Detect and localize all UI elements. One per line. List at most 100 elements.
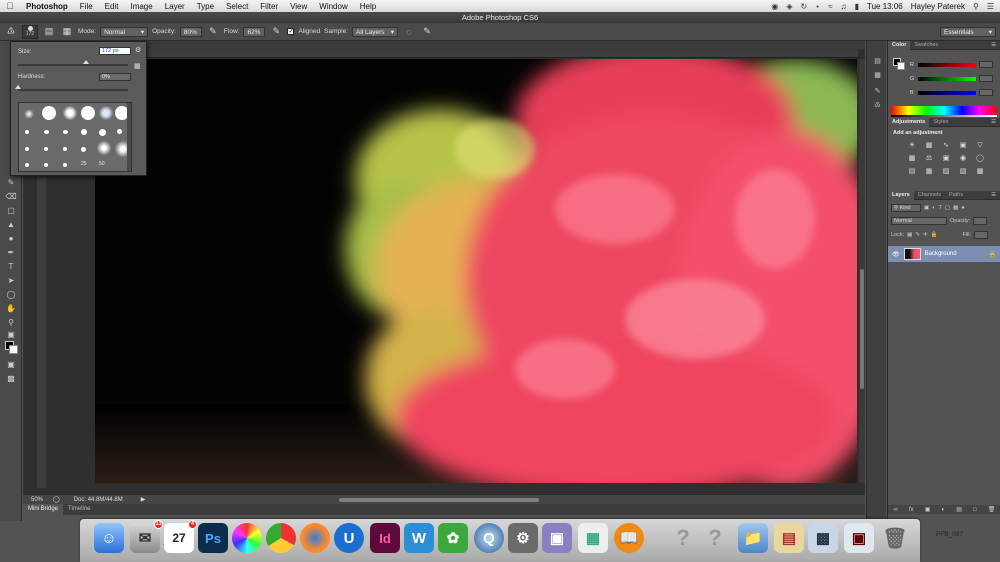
threshold-icon[interactable]: ▨ bbox=[940, 167, 952, 177]
tab-channels[interactable]: Channels bbox=[914, 191, 945, 200]
quicktime-icon[interactable]: Q bbox=[474, 523, 504, 553]
evernote-status-icon[interactable]: ◈ bbox=[786, 2, 792, 11]
status-info-icon[interactable]: ◯ bbox=[53, 496, 60, 503]
ellipse-tool-icon[interactable]: ◯ bbox=[5, 289, 17, 301]
wifi-icon[interactable]: ≈ bbox=[828, 2, 832, 11]
missing-app-question-icon[interactable]: ? bbox=[700, 523, 730, 553]
chrome-icon[interactable] bbox=[266, 523, 296, 553]
horizontal-scroll-thumb[interactable] bbox=[339, 498, 539, 502]
pressure-size-icon[interactable]: ✎ bbox=[420, 25, 434, 39]
menu-edit[interactable]: Edit bbox=[99, 2, 125, 11]
menu-select[interactable]: Select bbox=[220, 2, 254, 11]
red-value-field[interactable] bbox=[979, 61, 993, 68]
hand-tool-icon[interactable]: ✋ bbox=[5, 303, 17, 315]
color-wheel-icon[interactable] bbox=[232, 523, 262, 553]
zoom-readout[interactable]: 50% bbox=[23, 497, 53, 503]
new-layer-icon[interactable]: □ bbox=[973, 507, 977, 513]
brush-preset-soft-selected[interactable] bbox=[99, 106, 113, 120]
layer-style-icon[interactable]: fx bbox=[909, 507, 914, 513]
menu-view[interactable]: View bbox=[284, 2, 313, 11]
lock-position-icon[interactable]: ✛ bbox=[923, 232, 928, 238]
history-panel-icon[interactable]: ▤ bbox=[873, 57, 882, 66]
mode-select[interactable]: Normal ▾ bbox=[100, 26, 149, 37]
tab-color[interactable]: Color bbox=[888, 40, 911, 50]
tab-timeline[interactable]: Timeline bbox=[63, 504, 95, 515]
adjustment-filter-icon[interactable]: ◐ bbox=[932, 205, 935, 211]
new-group-icon[interactable]: ▤ bbox=[956, 506, 962, 513]
add-mask-icon[interactable]: ▣ bbox=[925, 506, 931, 513]
preset-list-scrollbar[interactable] bbox=[127, 103, 131, 171]
document-stack-icon[interactable]: ▤ bbox=[774, 523, 804, 553]
trash-icon[interactable]: 🗑 bbox=[880, 523, 910, 553]
properties-panel-icon[interactable]: ▦ bbox=[873, 71, 882, 80]
clone-stamp-tool-icon[interactable]: ♳ bbox=[4, 25, 18, 39]
apple-menu-icon[interactable]:  bbox=[0, 1, 20, 11]
brush-preset-row3-2[interactable] bbox=[44, 147, 48, 151]
tab-layers[interactable]: Layers bbox=[888, 190, 914, 200]
gear-icon[interactable]: ⚙ bbox=[135, 46, 141, 54]
brush-preset-row3-3[interactable] bbox=[63, 147, 67, 151]
zoom-tool-icon[interactable]: ⚲ bbox=[5, 317, 17, 329]
horizontal-ruler[interactable] bbox=[50, 49, 858, 58]
menu-help[interactable]: Help bbox=[354, 2, 382, 11]
vertical-scrollbar[interactable] bbox=[859, 59, 865, 483]
clone-source-panel-icon[interactable]: ▦ bbox=[60, 25, 74, 39]
curves-icon[interactable]: ∿ bbox=[940, 141, 952, 151]
pressure-opacity-icon[interactable]: ✎ bbox=[206, 25, 220, 39]
tab-paths[interactable]: Paths bbox=[945, 191, 967, 200]
adobe-status-icon[interactable]: ◉ bbox=[771, 2, 778, 11]
aligned-checkbox[interactable]: ✓ bbox=[287, 28, 295, 35]
vertical-scroll-thumb[interactable] bbox=[860, 269, 864, 389]
preview-icon[interactable]: ▦ bbox=[578, 523, 608, 553]
lock-image-icon[interactable]: ✎ bbox=[915, 232, 920, 238]
ibooks-icon[interactable]: 📖 bbox=[614, 523, 644, 553]
layer-name[interactable]: Background bbox=[925, 251, 957, 257]
opacity-field[interactable]: 80% bbox=[179, 26, 202, 37]
hardness-slider[interactable] bbox=[18, 89, 128, 91]
menu-filter[interactable]: Filter bbox=[254, 2, 284, 11]
brush-preset-row3-1[interactable] bbox=[25, 147, 29, 151]
workspace-select[interactable]: Essentials ▾ bbox=[940, 26, 996, 37]
indesign-icon[interactable]: Id bbox=[370, 523, 400, 553]
folder-icon[interactable]: 📁 bbox=[738, 523, 768, 553]
brush-preset-row3-5[interactable] bbox=[97, 141, 111, 155]
gradient-map-icon[interactable]: ▩ bbox=[974, 167, 986, 177]
bluetooth-icon[interactable]: ⋆ bbox=[815, 2, 820, 11]
screen-mode-icon[interactable]: ▩ bbox=[5, 373, 17, 385]
menu-type[interactable]: Type bbox=[191, 2, 220, 11]
selective-color-icon[interactable]: ▧ bbox=[957, 167, 969, 177]
system-preferences-icon[interactable]: ⚙ bbox=[508, 523, 538, 553]
brush-preset-row2-3[interactable] bbox=[63, 130, 68, 134]
delete-layer-icon[interactable]: 🗑 bbox=[988, 506, 996, 513]
brush-preset-hard-1[interactable] bbox=[42, 106, 56, 120]
gradient-tool-icon[interactable]: ▢ bbox=[5, 205, 17, 217]
blend-mode-select[interactable]: Normal bbox=[891, 216, 947, 225]
panel-menu-icon[interactable]: ☰ bbox=[991, 192, 1000, 198]
levels-icon[interactable]: ▩ bbox=[923, 141, 935, 151]
brush-panel-toggle-icon[interactable]: ▤ bbox=[42, 25, 56, 39]
black-white-icon[interactable]: ▣ bbox=[940, 154, 952, 164]
shape-filter-icon[interactable]: ▢ bbox=[945, 205, 950, 211]
flow-app-icon[interactable]: ✿ bbox=[438, 523, 468, 553]
brush-preset-row2-2[interactable] bbox=[44, 130, 49, 134]
menu-image[interactable]: Image bbox=[124, 2, 158, 11]
smart-filter-icon[interactable]: ▩ bbox=[953, 205, 958, 211]
downloads-stack-icon[interactable]: ▣ bbox=[844, 523, 874, 553]
eraser-tool-icon[interactable]: ⌫ bbox=[5, 191, 17, 203]
lock-transparent-icon[interactable]: ▦ bbox=[907, 232, 912, 238]
menubar-user[interactable]: Hayley Paterek bbox=[911, 2, 965, 11]
tab-mini-bridge[interactable]: Mini Bridge bbox=[23, 504, 64, 515]
word-icon[interactable]: W bbox=[404, 523, 434, 553]
brightness-contrast-icon[interactable]: ☀ bbox=[906, 141, 918, 151]
type-tool-icon[interactable]: T bbox=[5, 261, 17, 273]
panel-menu-icon[interactable]: ☰ bbox=[991, 42, 1000, 48]
brush-preset-picker[interactable]: 172 bbox=[22, 24, 38, 39]
blur-tool-icon[interactable]: ▲ bbox=[5, 219, 17, 231]
layer-fill-field[interactable] bbox=[974, 230, 988, 239]
brush-size-slider[interactable] bbox=[18, 64, 128, 66]
spotlight-icon[interactable]: ⚲ bbox=[973, 2, 979, 11]
brush-preset-row4-3[interactable] bbox=[63, 163, 67, 167]
brush-preset-hard-2[interactable] bbox=[81, 106, 95, 120]
visibility-eye-icon[interactable]: 👁 bbox=[892, 251, 900, 258]
green-value-field[interactable] bbox=[979, 75, 993, 82]
